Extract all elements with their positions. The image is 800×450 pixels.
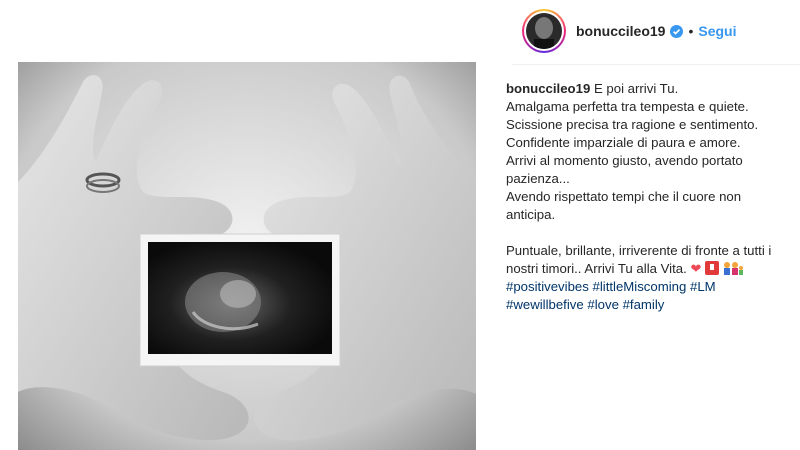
hashtag-link[interactable]: #positivevibes	[506, 279, 589, 294]
post-header: bonuccileo19 • Segui	[522, 8, 737, 54]
hashtag-link[interactable]: #family	[623, 297, 665, 312]
avatar-image	[526, 13, 562, 49]
caption-line: Scissione precisa tra ragione e sentimen…	[506, 117, 759, 132]
follow-button[interactable]: Segui	[698, 23, 736, 39]
heart-emoji-icon: ❤	[690, 261, 702, 276]
caption-line: Puntuale, brillante, irriverente di fron…	[506, 243, 772, 258]
hashtag-link[interactable]: #littleMiscoming	[593, 279, 687, 294]
post-caption: bonuccileo19 E poi arrivi Tu. Amalgama p…	[506, 80, 798, 314]
caption-author[interactable]: bonuccileo19	[506, 81, 590, 96]
caption-line: E poi arrivi Tu.	[593, 81, 679, 96]
hashtag-link[interactable]: #LM	[690, 279, 716, 294]
avatar[interactable]	[522, 9, 566, 53]
caption-line: nostri timori.. Arrivi Tu alla Vita.	[506, 261, 687, 276]
caption-line: anticipa.	[506, 207, 556, 222]
hashtag-link[interactable]: #wewillbefive	[506, 297, 584, 312]
caption-line: Amalgama perfetta tra tempesta e quiete.	[506, 99, 749, 114]
hashtag-link[interactable]: #love	[587, 297, 619, 312]
post-details-panel: bonuccileo19 • Segui bonuccileo19 E poi …	[492, 0, 800, 450]
caption-line: pazienza...	[506, 171, 570, 186]
baby-emoji-icon	[704, 261, 719, 275]
caption-line: Arrivi al momento giusto, avendo portato	[506, 153, 743, 168]
caption-line: Avendo rispettato tempi che il cuore non	[506, 189, 742, 204]
caption-line: Confidente imparziale di paura e amore.	[506, 135, 741, 150]
family-emoji-icon	[723, 262, 743, 275]
post-photo[interactable]	[18, 62, 476, 450]
separator-dot: •	[688, 23, 694, 39]
ultrasound-hands-image	[18, 62, 476, 450]
username[interactable]: bonuccileo19	[576, 23, 665, 39]
header-divider	[512, 64, 800, 65]
verified-badge-icon	[670, 24, 684, 38]
post-photo-area	[0, 0, 492, 450]
